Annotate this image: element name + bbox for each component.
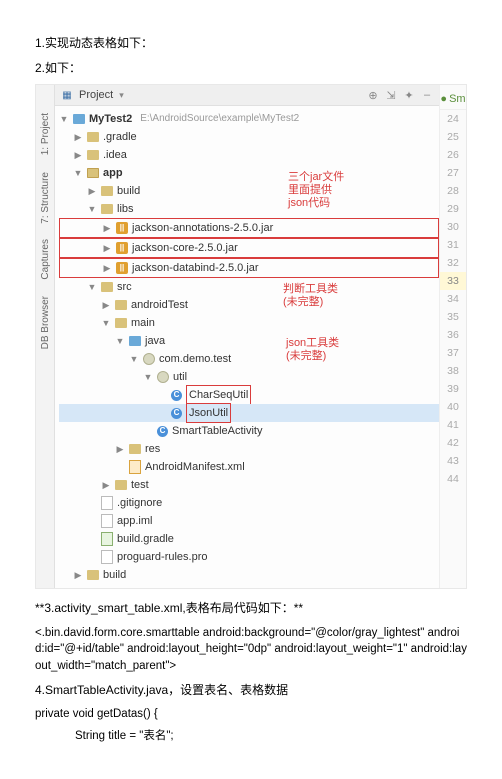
tree-node-idea[interactable]: ▶.idea	[59, 146, 439, 164]
project-toolbar: ▦ Project ▾ ⊕ ⇲ ✦ –	[55, 85, 439, 106]
ide-screenshot: 三个jar文件 里面提供 json代码 判断工具类 (未完整) json工具类 …	[35, 84, 467, 589]
tab-captures[interactable]: Captures	[40, 235, 51, 284]
heading-1: 1.实现动态表格如下：	[35, 34, 467, 53]
tree-node-build2[interactable]: ▶build	[59, 566, 439, 584]
tab-db-browser[interactable]: DB Browser	[40, 292, 51, 353]
jar-icon: ||	[116, 262, 128, 274]
tree-node-app[interactable]: ▼app	[59, 164, 439, 182]
line-number: 24	[440, 110, 466, 128]
project-tree: ▼ MyTest2 E:\AndroidSource\example\MyTes…	[55, 106, 439, 588]
line-number: 34	[440, 290, 466, 308]
tree-node-proguard[interactable]: proguard-rules.pro	[59, 548, 439, 566]
file-icon	[101, 496, 113, 510]
package-icon	[157, 371, 169, 383]
folder-icon	[101, 186, 113, 196]
tab-structure[interactable]: 7: Structure	[40, 168, 51, 228]
tree-node-androidtest[interactable]: ▶androidTest	[59, 296, 439, 314]
line-number: 38	[440, 362, 466, 380]
dropdown-arrow-icon[interactable]: ▾	[119, 90, 124, 101]
left-tool-window-tabs: 1: Project 7: Structure Captures DB Brow…	[36, 85, 55, 588]
line-number: 27	[440, 164, 466, 182]
tree-node-manifest[interactable]: AndroidManifest.xml	[59, 458, 439, 476]
file-icon	[101, 532, 113, 546]
collapse-icon[interactable]: ⊕	[367, 89, 379, 102]
line-number: 32	[440, 254, 466, 272]
locate-icon[interactable]: ⇲	[385, 89, 397, 102]
jar-icon: ||	[116, 242, 128, 254]
java-code-2: String title = "表名";	[75, 728, 467, 745]
tree-node-util[interactable]: ▼util	[59, 368, 439, 386]
src-folder-icon	[129, 336, 141, 346]
tree-node-gradle[interactable]: ▶.gradle	[59, 128, 439, 146]
section-3: **3.activity_smart_table.xml,表格布局代码如下：**	[35, 599, 467, 618]
file-icon	[101, 550, 113, 564]
xml-icon	[129, 460, 141, 474]
project-icon: ▦	[61, 89, 73, 101]
folder-icon	[87, 570, 99, 580]
line-number: 42	[440, 434, 466, 452]
tree-node-test[interactable]: ▶test	[59, 476, 439, 494]
tree-node-libs[interactable]: ▼libs	[59, 200, 439, 218]
tree-node-jsonutil[interactable]: CJsonUtil	[59, 404, 439, 422]
module-icon	[73, 114, 85, 124]
class-icon: C	[157, 426, 168, 437]
line-number: 25	[440, 128, 466, 146]
folder-icon	[129, 444, 141, 454]
tree-node-main[interactable]: ▼main	[59, 314, 439, 332]
folder-icon	[115, 480, 127, 490]
folder-icon	[101, 204, 113, 214]
line-number: 43	[440, 452, 466, 470]
tree-node-charsequtil[interactable]: CCharSeqUtil	[59, 386, 439, 404]
file-icon	[101, 514, 113, 528]
toolbar-icons: ⊕ ⇲ ✦ –	[367, 89, 433, 102]
xml-code: <.bin.david.form.core.smarttable android…	[35, 625, 467, 675]
editor-gutter: ●Sm 242526272829303132333435363738394041…	[439, 85, 466, 588]
tree-node-res[interactable]: ▶res	[59, 440, 439, 458]
project-label: Project	[79, 89, 113, 101]
java-code-1: private void getDatas() {	[35, 706, 467, 723]
folder-icon	[115, 300, 127, 310]
line-number: 28	[440, 182, 466, 200]
hide-icon[interactable]: –	[421, 89, 433, 102]
tree-node-buildgradle[interactable]: build.gradle	[59, 530, 439, 548]
line-number: 30	[440, 218, 466, 236]
tree-node-java[interactable]: ▼java	[59, 332, 439, 350]
line-number: 26	[440, 146, 466, 164]
folder-icon	[87, 132, 99, 142]
line-number: 37	[440, 344, 466, 362]
tree-node-package[interactable]: ▼com.demo.test	[59, 350, 439, 368]
class-icon: C	[171, 390, 182, 401]
line-numbers: 2425262728293031323334353637383940414243…	[440, 110, 466, 488]
tree-node-smarttable[interactable]: CSmartTableActivity	[59, 422, 439, 440]
line-number: 39	[440, 380, 466, 398]
tree-node-src[interactable]: ▼src	[59, 278, 439, 296]
tree-node-gitignore[interactable]: .gitignore	[59, 494, 439, 512]
package-icon	[143, 353, 155, 365]
line-number: 33	[440, 272, 466, 290]
gear-icon[interactable]: ✦	[403, 89, 415, 102]
line-number: 29	[440, 200, 466, 218]
folder-icon	[87, 150, 99, 160]
tree-node-jar2[interactable]: ▶||jackson-core-2.5.0.jar	[59, 238, 439, 258]
folder-icon	[101, 282, 113, 292]
tree-root[interactable]: ▼ MyTest2 E:\AndroidSource\example\MyTes…	[59, 110, 439, 128]
class-icon: C	[171, 408, 182, 419]
line-number: 40	[440, 398, 466, 416]
module-icon	[87, 168, 99, 178]
folder-icon	[115, 318, 127, 328]
tree-node-jar1[interactable]: ▶||jackson-annotations-2.5.0.jar	[59, 218, 439, 238]
line-number: 36	[440, 326, 466, 344]
tree-node-jar3[interactable]: ▶||jackson-databind-2.5.0.jar	[59, 258, 439, 278]
line-number: 41	[440, 416, 466, 434]
section-4: 4.SmartTableActivity.java，设置表名、表格数据	[35, 681, 467, 700]
tree-node-build[interactable]: ▶build	[59, 182, 439, 200]
jar-icon: ||	[116, 222, 128, 234]
heading-2: 2.如下：	[35, 59, 467, 78]
tree-node-appiml[interactable]: app.iml	[59, 512, 439, 530]
editor-tab-name[interactable]: ●Sm	[440, 89, 466, 110]
line-number: 35	[440, 308, 466, 326]
line-number: 31	[440, 236, 466, 254]
line-number: 44	[440, 470, 466, 488]
tab-project[interactable]: 1: Project	[40, 109, 51, 159]
